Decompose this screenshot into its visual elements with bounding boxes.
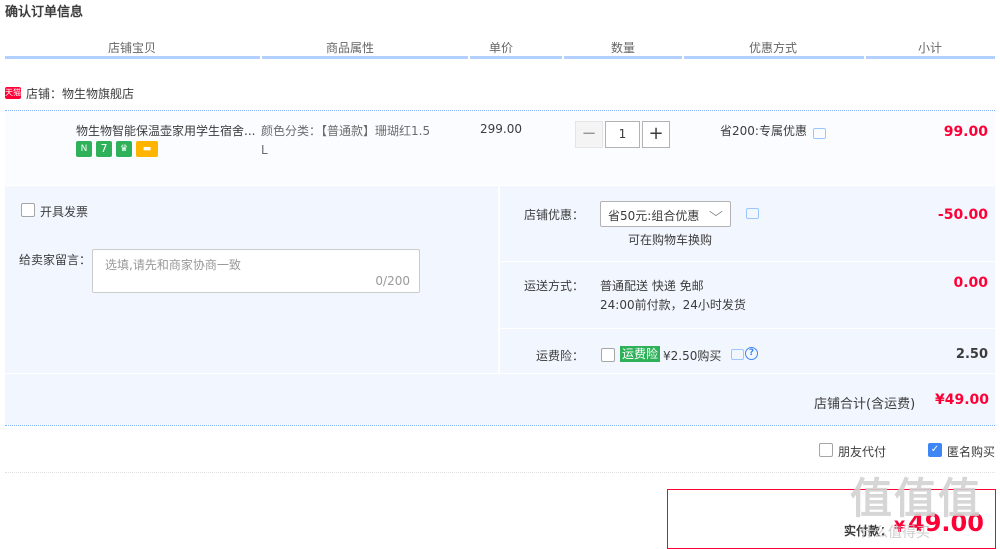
store-discount-amount: -50.00 [937,207,988,223]
product-name[interactable]: 物生物智能保温壶家用学生宿舍... [76,122,256,139]
header-subtotal: 小计 [918,41,943,55]
new-icon[interactable]: N [76,141,92,157]
chat-icon[interactable] [813,128,826,139]
attr-line: 颜色分类：【普通款】珊瑚红1.5 [261,124,431,138]
store-name[interactable]: 店铺：物生物旗舰店 [26,85,134,102]
store-total-amount: ¥49.00 [935,392,990,408]
store-discount-value: 省50元:组合优惠 [608,209,700,223]
quantity-input[interactable]: 1 [605,121,640,148]
divider [500,261,995,262]
shipping-method: 普通配送 快递 免邮 [600,279,704,293]
item-discount: 省200:专属优惠 [720,124,807,138]
quantity-plus-button[interactable]: + [642,121,670,148]
anonymous-label: 匿名购买 [947,445,996,459]
divider [5,472,995,473]
shipping-label: 运送方式： [524,279,585,293]
table-header: 店铺宝贝 商品属性 单价 数量 优惠方式 小计 [5,33,995,55]
friend-pay-label: 朋友代付 [838,445,887,459]
divider [5,425,995,426]
page-title: 确认订单信息 [5,5,84,20]
seller-message-input[interactable]: 选填,请先和商家协商一致 0/200 [92,249,420,293]
friend-pay-checkbox[interactable] [819,443,833,457]
store-row: 天猫 店铺：物生物旗舰店 [5,85,134,101]
shipping-time: 24:00前付款，24小时发货 [600,298,746,312]
header-underline [5,56,995,59]
help-icon[interactable]: ? [745,347,758,360]
insurance-amount: 2.50 [955,347,988,362]
chat-icon[interactable] [746,208,759,219]
header-price: 单价 [489,41,514,55]
invoice-checkbox[interactable] [21,203,35,217]
store-discount-select[interactable]: 省50元:组合优惠 ⌵ [600,201,731,227]
insurance-label: 运费险： [536,349,585,363]
watermark-caption: 什么值得买 [860,525,930,541]
insurance-tag: 运费险 [620,346,661,362]
chevron-down-icon: ⌵ [709,205,723,220]
invoice-label: 开具发票 [40,205,89,219]
message-placeholder: 选填,请先和商家协商一致 [105,258,241,272]
header-discount: 优惠方式 [749,41,798,55]
seven-day-icon[interactable]: 7 [96,141,112,157]
quantity-minus-button[interactable]: − [575,121,603,148]
header-quantity: 数量 [611,41,636,55]
header-attributes: 商品属性 [326,41,375,55]
watermark: 值值值 [850,474,983,523]
shipping-amount: 0.00 [953,275,988,291]
attr-line: L [261,143,268,157]
trophy-icon[interactable]: ♛ [116,141,132,157]
insurance-price: ¥2.50购买 [663,349,722,363]
store-total-label: 店铺合计(含运费) [814,397,916,412]
exchange-hint[interactable]: 可在购物车换购 [628,231,712,248]
message-counter: 0/200 [375,274,410,288]
item-subtotal: 99.00 [943,124,988,140]
header-store-items: 店铺宝贝 [108,41,157,55]
card-icon[interactable]: ▬ [136,141,158,157]
tmall-icon: 天猫 [5,87,21,99]
divider [500,328,995,329]
store-discount-label: 店铺优惠： [524,208,585,222]
insurance-checkbox[interactable] [601,348,615,362]
chat-icon[interactable] [731,349,744,360]
unit-price: 299.00 [480,122,522,136]
seller-message-label: 给卖家留言： [19,253,92,267]
anonymous-checkbox[interactable]: ✓ [928,443,942,457]
product-attributes: 颜色分类：【普通款】珊瑚红1.5 L [261,122,446,160]
